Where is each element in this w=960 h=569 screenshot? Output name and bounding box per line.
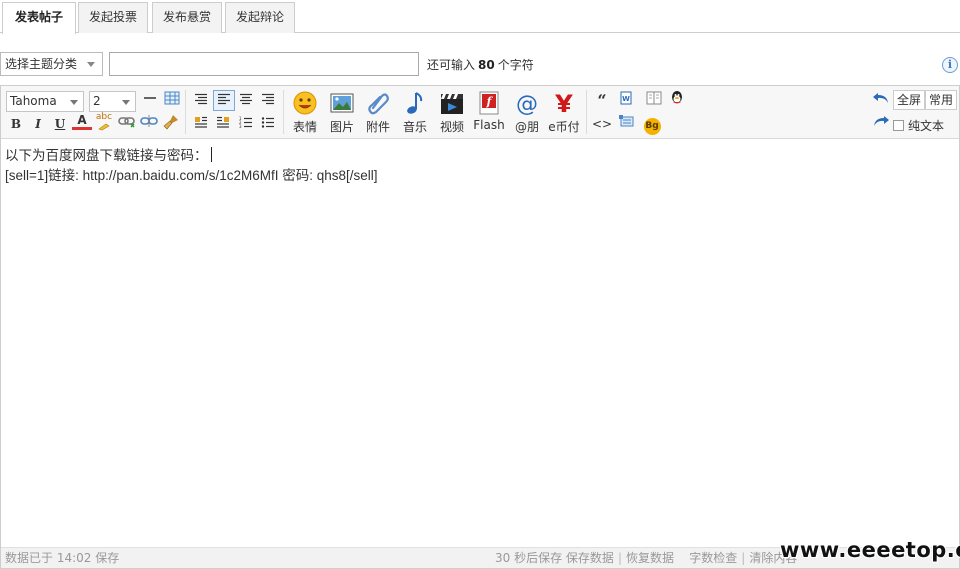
image-button[interactable]: 图片 xyxy=(322,90,362,136)
float-left-icon[interactable] xyxy=(191,114,211,134)
italic-button[interactable]: I xyxy=(28,114,48,134)
rich-text-editor: Tahoma 2 B I U A abc 1 2 3 表情 图片 附件 音乐 视… xyxy=(0,85,960,569)
subject-input[interactable] xyxy=(109,52,419,76)
status-actions: 30 秒后保存 保存数据 | 恢复数据 字数检查 | 清除内容 xyxy=(495,551,798,565)
flash-button[interactable]: f Flash xyxy=(469,90,509,136)
float-right-icon[interactable] xyxy=(213,114,233,134)
music-note-icon xyxy=(407,92,423,114)
common-mode-button[interactable]: 常用 xyxy=(925,90,958,110)
tab-new-debate[interactable]: 发起辩论 xyxy=(225,2,295,33)
background-color-icon[interactable]: Bg xyxy=(642,114,662,135)
restore-data-link[interactable]: 恢复数据 xyxy=(626,551,674,565)
quote-icon[interactable]: “ xyxy=(592,91,612,111)
mention-button[interactable]: @ @朋 xyxy=(507,90,547,136)
font-family-select[interactable]: Tahoma xyxy=(6,91,84,112)
video-button[interactable]: 视频 xyxy=(432,90,472,136)
yuan-icon: Y xyxy=(554,90,573,116)
text-caret xyxy=(210,147,212,162)
svg-text:3: 3 xyxy=(239,124,242,128)
save-status-text: 数据已于 14:02 保存 xyxy=(5,551,120,565)
ordered-list-icon[interactable]: 123 xyxy=(236,114,256,134)
paperclip-icon xyxy=(368,93,389,115)
chevron-down-icon xyxy=(87,62,95,67)
watermark-text: www.eeeetop.com xyxy=(780,538,960,562)
ecoin-pay-button[interactable]: Y e币付 xyxy=(544,90,584,136)
svg-text:@: @ xyxy=(516,92,538,116)
font-size-select[interactable]: 2 xyxy=(89,91,136,112)
at-sign-icon: @ xyxy=(516,92,538,116)
toolbar-divider xyxy=(185,90,186,134)
char-count-hint: 还可输入 80 个字符 xyxy=(427,58,534,72)
subject-row: 选择主题分类 还可输入 80 个字符 i xyxy=(0,51,960,77)
editor-content-area[interactable]: 以下为百度网盘下载链接与密码： [sell=1]链接: http://pan.b… xyxy=(1,140,959,547)
plain-text-toggle[interactable]: 纯文本 xyxy=(893,116,944,136)
char-count-number: 80 xyxy=(478,58,495,72)
editor-toolbar: Tahoma 2 B I U A abc 1 2 3 表情 图片 附件 音乐 视… xyxy=(1,86,959,139)
svg-text:W: W xyxy=(622,95,630,103)
qq-icon[interactable] xyxy=(667,90,687,110)
word-check-link[interactable]: 字数检查 xyxy=(689,551,737,565)
toolbar-divider xyxy=(586,90,587,134)
hide-content-icon[interactable] xyxy=(616,114,636,134)
clapperboard-icon xyxy=(441,94,463,114)
smiley-icon xyxy=(293,91,317,115)
redo-icon[interactable] xyxy=(871,114,891,134)
unordered-list-icon[interactable] xyxy=(258,114,278,134)
columns-icon[interactable] xyxy=(644,91,664,111)
bold-button[interactable]: B xyxy=(6,114,26,134)
paste-word-icon[interactable]: W xyxy=(616,91,636,111)
tab-new-reward[interactable]: 发布悬赏 xyxy=(152,2,222,33)
toolbar-divider xyxy=(283,90,284,134)
content-line: [sell=1]链接: http://pan.baidu.com/s/1c2M6… xyxy=(5,168,378,183)
content-line: 以下为百度网盘下载链接与密码： xyxy=(5,146,955,166)
highlight-button[interactable]: abc xyxy=(94,111,114,131)
tab-new-poll[interactable]: 发起投票 xyxy=(78,2,148,33)
table-icon[interactable] xyxy=(162,91,182,111)
clear-format-brush-icon[interactable] xyxy=(161,114,181,134)
flash-icon: f xyxy=(479,91,499,115)
attachment-button[interactable]: 附件 xyxy=(358,90,398,136)
chevron-down-icon xyxy=(122,100,130,105)
align-center-icon[interactable] xyxy=(236,91,256,111)
align-left-indent-icon[interactable] xyxy=(191,91,211,111)
align-left-icon[interactable] xyxy=(213,90,235,111)
underline-button[interactable]: U xyxy=(50,114,70,134)
save-data-link[interactable]: 保存数据 xyxy=(566,551,614,565)
plain-text-checkbox[interactable] xyxy=(893,120,904,131)
font-color-button[interactable]: A xyxy=(72,112,92,130)
category-select-value: 选择主题分类 xyxy=(5,57,78,71)
post-type-tabs: 发表帖子 发起投票 发布悬赏 发起辩论 xyxy=(0,0,960,34)
align-right-icon[interactable] xyxy=(258,91,278,111)
code-icon[interactable]: <> xyxy=(592,114,612,134)
horizontal-rule-icon[interactable] xyxy=(140,91,160,111)
image-icon xyxy=(330,93,354,113)
tab-new-post[interactable]: 发表帖子 xyxy=(2,2,76,34)
category-select[interactable]: 选择主题分类 xyxy=(0,52,103,76)
music-button[interactable]: 音乐 xyxy=(395,90,435,136)
link-icon[interactable] xyxy=(117,114,137,134)
chevron-down-icon xyxy=(70,100,78,105)
fullscreen-button[interactable]: 全屏 xyxy=(893,90,926,110)
emoticon-button[interactable]: 表情 xyxy=(285,90,325,136)
undo-icon[interactable] xyxy=(871,91,891,111)
autosave-countdown: 30 秒后保存 xyxy=(495,551,563,565)
unlink-icon[interactable] xyxy=(139,114,159,134)
info-icon[interactable]: i xyxy=(942,57,958,73)
